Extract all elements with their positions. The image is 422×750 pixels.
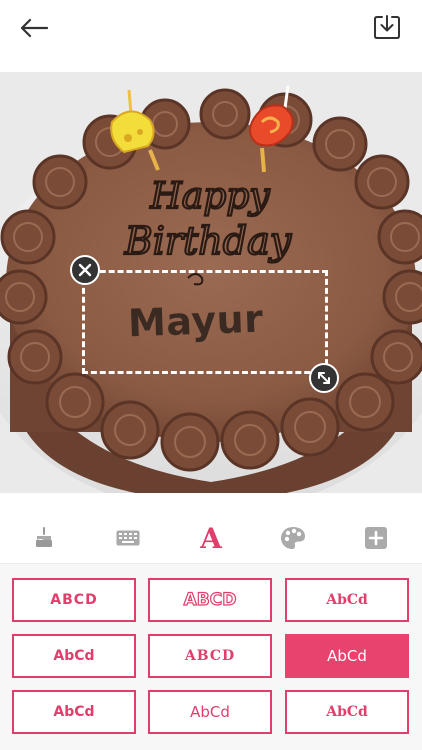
resize-arrows-icon	[318, 372, 330, 384]
font-style-option[interactable]: AbCd	[12, 634, 136, 678]
font-style-label: ABCD	[50, 592, 98, 608]
keyboard-icon	[116, 530, 140, 546]
font-style-label: AbCd	[327, 647, 367, 665]
font-style-option[interactable]: ABCD	[12, 578, 136, 622]
tab-cake[interactable]	[14, 512, 74, 564]
sticker-text[interactable]: Mayur	[128, 297, 265, 346]
font-style-label: ABCD	[183, 589, 237, 610]
font-style-grid: ABCD ABCD AbCd AbCd ABCD AbCd AbCd AbCd …	[0, 564, 422, 750]
font-style-label: AbCd	[326, 592, 368, 608]
palette-icon	[281, 527, 305, 549]
font-style-option[interactable]: ABCD	[148, 634, 272, 678]
cake-icon	[36, 527, 52, 547]
close-icon	[78, 263, 92, 277]
cake-photo: Happy Birthday Mayur	[0, 72, 422, 493]
editor-toolbar: A	[0, 512, 422, 564]
cake-text-birthday: Birthday	[124, 219, 292, 263]
font-style-option[interactable]: AbCd	[285, 690, 409, 734]
font-style-option[interactable]: AbCd	[148, 690, 272, 734]
top-bar	[0, 0, 422, 72]
cake-text-happy: Happy	[149, 176, 270, 217]
font-style-label: AbCd	[53, 648, 95, 664]
font-style-label: ABCD	[184, 648, 236, 664]
font-style-option[interactable]: ABCD	[148, 578, 272, 622]
save-button[interactable]	[368, 9, 406, 45]
font-a-icon: A	[200, 521, 222, 555]
tab-add[interactable]	[346, 512, 406, 564]
text-sticker-frame[interactable]: Mayur	[82, 270, 328, 374]
tab-color[interactable]	[263, 512, 323, 564]
sticker-resize-handle[interactable]	[309, 363, 339, 393]
download-tray-icon	[374, 15, 400, 39]
font-style-label: AbCd	[190, 703, 230, 721]
back-button[interactable]	[14, 12, 54, 44]
font-style-option-selected[interactable]: AbCd	[285, 634, 409, 678]
plus-square-icon	[365, 527, 387, 549]
tab-font[interactable]: A	[181, 512, 241, 564]
font-style-option[interactable]: AbCd	[12, 690, 136, 734]
font-style-label: AbCd	[326, 704, 368, 720]
arrow-left-icon	[20, 18, 49, 38]
tab-keyboard[interactable]	[98, 512, 158, 564]
sticker-delete-button[interactable]	[70, 255, 100, 285]
font-style-label: AbCd	[53, 704, 95, 720]
font-style-option[interactable]: AbCd	[285, 578, 409, 622]
